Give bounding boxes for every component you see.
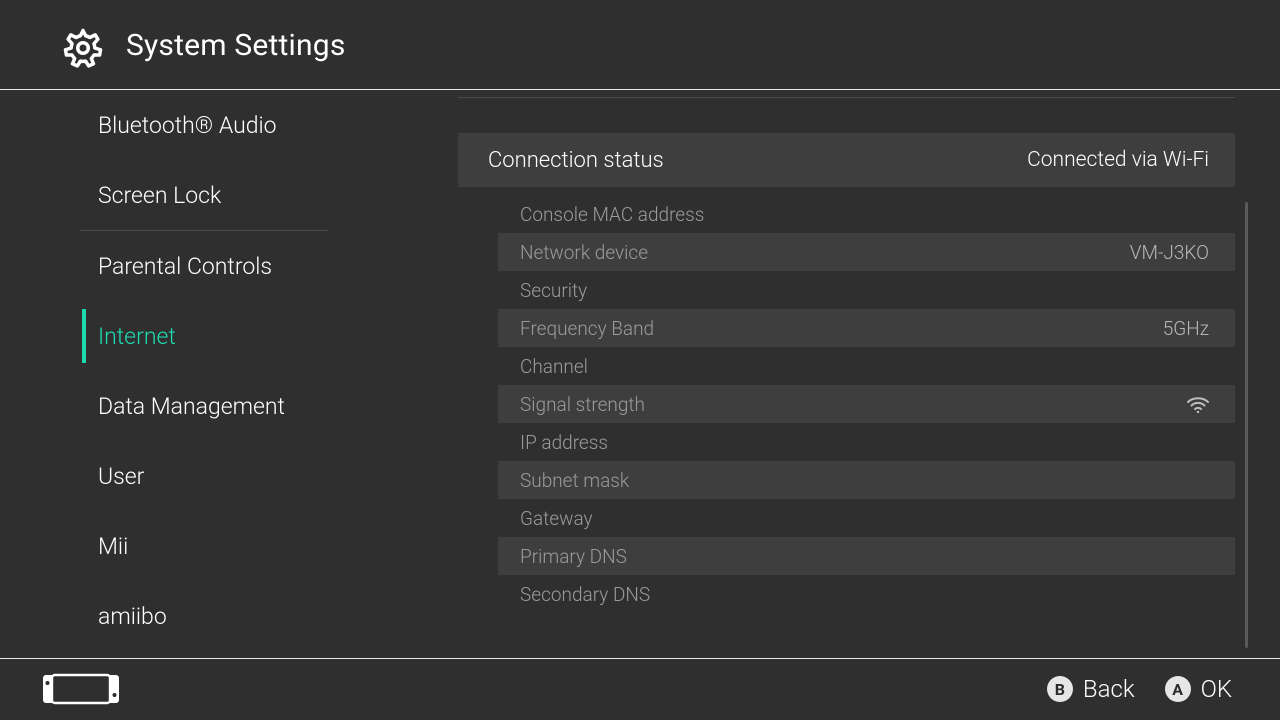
wifi-icon (1187, 391, 1209, 418)
main-panel: Connection status Connected via Wi-Fi Co… (408, 90, 1280, 658)
detail-row-security: Security (498, 271, 1235, 309)
hint-label: Back (1083, 675, 1135, 703)
section-divider (458, 97, 1235, 98)
hint-ok[interactable]: A OK (1165, 675, 1232, 703)
sidebar-item-label: User (98, 463, 144, 490)
controller-icon (42, 672, 120, 706)
connection-status-row[interactable]: Connection status Connected via Wi-Fi (458, 133, 1235, 187)
connection-status-label: Connection status (488, 148, 664, 173)
sidebar-item-label: Screen Lock (98, 182, 221, 209)
detail-row-frequency-band: Frequency Band 5GHz (498, 309, 1235, 347)
detail-label: Subnet mask (520, 469, 629, 492)
sidebar-item-label: Data Management (98, 393, 285, 420)
button-glyph-a: A (1165, 676, 1191, 702)
sidebar-item-label: Internet (98, 323, 176, 350)
detail-label: Signal strength (520, 393, 645, 416)
detail-value: VM-J3KO (1130, 241, 1209, 264)
detail-row-network-device: Network device VM-J3KO (498, 233, 1235, 271)
detail-label: Network device (520, 241, 648, 264)
detail-row-console-mac-address: Console MAC address (498, 195, 1235, 233)
detail-label: Gateway (520, 507, 593, 530)
sidebar-item-label: amiibo (98, 603, 167, 630)
detail-row-gateway: Gateway (498, 499, 1235, 537)
detail-row-primary-dns: Primary DNS (498, 537, 1235, 575)
page-title: System Settings (126, 28, 346, 63)
sidebar-item-mii[interactable]: Mii (0, 511, 408, 581)
detail-label: IP address (520, 431, 608, 454)
detail-label: Security (520, 279, 587, 302)
scrollbar[interactable] (1245, 202, 1248, 648)
sidebar-item-screen-lock[interactable]: Screen Lock (0, 160, 408, 230)
detail-row-subnet-mask: Subnet mask (498, 461, 1235, 499)
detail-label: Primary DNS (520, 545, 627, 568)
hint-label: OK (1201, 675, 1232, 703)
detail-row-ip-address: IP address (498, 423, 1235, 461)
header: System Settings (0, 0, 1280, 90)
sidebar-item-label: Mii (98, 533, 128, 560)
detail-label: Frequency Band (520, 317, 654, 340)
sidebar-item-data-management[interactable]: Data Management (0, 371, 408, 441)
detail-label: Secondary DNS (520, 583, 650, 606)
detail-row-secondary-dns: Secondary DNS (498, 575, 1235, 613)
hint-back[interactable]: B Back (1047, 675, 1135, 703)
detail-label: Channel (520, 355, 588, 378)
detail-row-signal-strength: Signal strength (498, 385, 1235, 423)
detail-row-channel: Channel (498, 347, 1235, 385)
sidebar-item-bluetooth-audio[interactable]: Bluetooth® Audio (0, 90, 408, 160)
detail-label: Console MAC address (520, 203, 704, 226)
sidebar-item-label: Parental Controls (98, 253, 272, 280)
button-glyph-b: B (1047, 676, 1073, 702)
footer: B Back A OK (0, 658, 1280, 720)
gear-icon (62, 27, 104, 69)
sidebar-item-internet[interactable]: Internet (0, 301, 408, 371)
button-hints: B Back A OK (1047, 675, 1232, 703)
sidebar: Bluetooth® Audio Screen Lock Parental Cont… (0, 90, 408, 658)
sidebar-item-parental-controls[interactable]: Parental Controls (0, 231, 408, 301)
sidebar-item-amiibo[interactable]: amiibo (0, 581, 408, 651)
detail-value: 5GHz (1163, 317, 1209, 340)
sidebar-item-label: Bluetooth® Audio (98, 112, 277, 139)
connection-details: Console MAC address Network device VM-J3KO… (498, 195, 1235, 613)
sidebar-item-user[interactable]: User (0, 441, 408, 511)
connection-status-value: Connected via Wi-Fi (1027, 148, 1209, 172)
